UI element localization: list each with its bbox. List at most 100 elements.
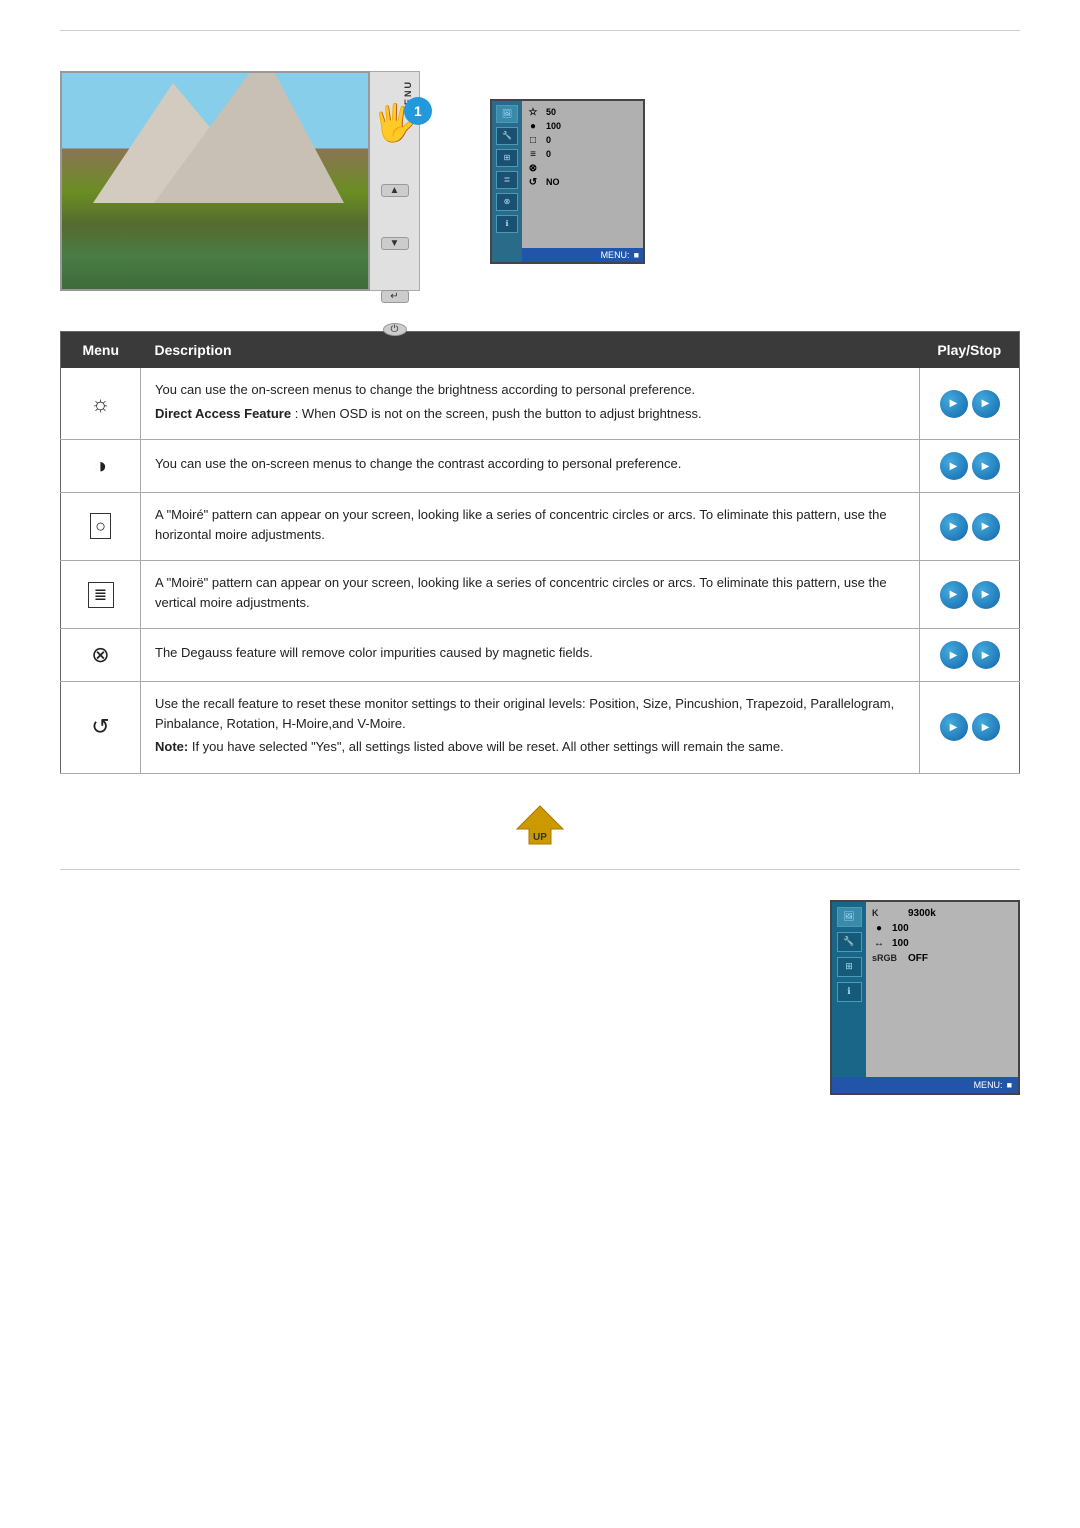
osd-row-contrast: ● 100 xyxy=(526,121,639,132)
down-button[interactable]: ▼ xyxy=(381,237,409,250)
playstop-degauss: ▶ ▶ xyxy=(920,629,1020,682)
up-button[interactable]: ▲ xyxy=(381,184,409,197)
osd2-sidebar-item-4: ℹ xyxy=(837,982,862,1002)
stop-button[interactable]: ▶ xyxy=(972,713,1000,741)
g-icon: ↔ xyxy=(872,938,886,949)
stop-button[interactable]: ▶ xyxy=(972,641,1000,669)
stop-button[interactable]: ▶ xyxy=(972,452,1000,480)
play-stop-buttons: ▶ ▶ xyxy=(934,581,1005,609)
col-menu-header: Menu xyxy=(61,332,141,369)
osd-menu-icon: ■ xyxy=(634,250,639,260)
play-button[interactable]: ▶ xyxy=(940,713,968,741)
up-label: UP xyxy=(533,832,547,843)
play-button[interactable]: ▶ xyxy=(940,390,968,418)
osd-sidebar-item-1: 🖼 xyxy=(496,105,518,123)
osd2-row-g: ↔ 100 xyxy=(872,938,1012,949)
desc-text-vmoire: A "Moirë" pattern can appear on your scr… xyxy=(155,573,905,612)
osd-row-hmoire: □ 0 xyxy=(526,135,639,146)
osd-panel: 🖼 🔧 ⊞ ≣ ⊗ ℹ ☆ 50 ● 100 xyxy=(490,99,645,264)
enter-button[interactable]: ↵ xyxy=(381,290,409,303)
degauss-icon: ⊗ xyxy=(526,163,540,174)
menu-symbol-contrast: ◑ xyxy=(61,440,141,493)
table-row: ○ A "Moiré" pattern can appear on your s… xyxy=(61,493,1020,561)
osd-bottom-bar: MENU: ■ xyxy=(522,248,643,262)
up-nav-button[interactable]: UP xyxy=(513,804,568,849)
osd-content: ☆ 50 ● 100 □ 0 ≡ 0 xyxy=(522,101,643,248)
playstop-recall: ▶ ▶ xyxy=(920,682,1020,774)
desc-text-contrast: You can use the on-screen menus to chang… xyxy=(155,454,905,474)
play-button[interactable]: ▶ xyxy=(940,581,968,609)
colortemp-label: K xyxy=(872,908,902,918)
playstop-contrast: ▶ ▶ xyxy=(920,440,1020,493)
osd2-sidebar: 🖼 🔧 ⊞ ℹ xyxy=(832,902,866,1077)
desc-text-recall-1: Use the recall feature to reset these mo… xyxy=(155,694,905,733)
play-button[interactable]: ▶ xyxy=(940,641,968,669)
play-stop-buttons: ▶ ▶ xyxy=(934,390,1005,418)
brightness-icon: ☆ xyxy=(526,107,540,118)
menu-symbol-brightness: ☼ xyxy=(61,368,141,440)
monitor-screen xyxy=(62,73,368,289)
osd2-bottom-bar: MENU: ■ xyxy=(832,1077,1018,1093)
col-description-header: Description xyxy=(141,332,920,369)
stop-button[interactable]: ▶ xyxy=(972,581,1000,609)
table-row: ⊗ The Degauss feature will remove color … xyxy=(61,629,1020,682)
play-stop-buttons: ▶ ▶ xyxy=(934,513,1005,541)
table-row: ≣ A "Moirë" pattern can appear on your s… xyxy=(61,561,1020,629)
menu-symbol-recall: ↺ xyxy=(61,682,141,774)
playstop-vmoire: ▶ ▶ xyxy=(920,561,1020,629)
play-button[interactable]: ▶ xyxy=(940,452,968,480)
table-header-row: Menu Description Play/Stop xyxy=(61,332,1020,369)
osd-menu-label: MENU: xyxy=(601,250,630,260)
desc-text-hmoire: A "Moiré" pattern can appear on your scr… xyxy=(155,505,905,544)
menu-symbol-hmoire: ○ xyxy=(61,493,141,561)
stop-button[interactable]: ▶ xyxy=(972,513,1000,541)
desc-text-1: You can use the on-screen menus to chang… xyxy=(155,380,905,400)
monitor-section: MENU 1 🖐 ▲ ▼ ↵ ⏻ 🖼 🔧 ⊞ ≣ ⊗ ℹ xyxy=(0,31,1080,321)
vmoire-icon: ≡ xyxy=(526,149,540,160)
col-playstop-header: Play/Stop xyxy=(920,332,1020,369)
osd2-row-colortemp: K 9300k xyxy=(872,908,1012,919)
play-button[interactable]: ▶ xyxy=(940,513,968,541)
desc-text-degauss: The Degauss feature will remove color im… xyxy=(155,643,905,663)
osd2-inner: 🖼 🔧 ⊞ ℹ K 9300k ● 100 ↔ 100 xyxy=(832,902,1018,1077)
osd-sidebar-item-5: ⊗ xyxy=(496,193,518,211)
recall-value: NO xyxy=(546,177,560,187)
table-row: ↺ Use the recall feature to reset these … xyxy=(61,682,1020,774)
srgb-label: sRGB xyxy=(872,953,902,963)
monitor-wrapper: MENU 1 🖐 ▲ ▼ ↵ ⏻ xyxy=(60,71,420,291)
recall-icon: ↺ xyxy=(526,177,540,188)
osd-sidebar-item-6: ℹ xyxy=(496,215,518,233)
description-hmoire: A "Moiré" pattern can appear on your scr… xyxy=(141,493,920,561)
direct-access-label: Direct Access Feature xyxy=(155,406,291,421)
hmoire-icon: □ xyxy=(526,135,540,146)
osd2-panel: 🖼 🔧 ⊞ ℹ K 9300k ● 100 ↔ 100 xyxy=(830,900,1020,1095)
osd2-sidebar-item-2: 🔧 xyxy=(837,932,862,952)
mountain-graphic xyxy=(62,73,368,203)
osd2-menu-icon: ■ xyxy=(1007,1080,1012,1090)
table-row: ◑ You can use the on-screen menus to cha… xyxy=(61,440,1020,493)
osd2-menu-label: MENU: xyxy=(974,1080,1003,1090)
bottom-section: 🖼 🔧 ⊞ ℹ K 9300k ● 100 ↔ 100 xyxy=(0,870,1080,1125)
osd-sidebar-item-3: ⊞ xyxy=(496,149,518,167)
osd2-sidebar-item-3: ⊞ xyxy=(837,957,862,977)
osd-row-recall: ↺ NO xyxy=(526,177,639,188)
osd2-content: K 9300k ● 100 ↔ 100 sRGB OFF xyxy=(866,902,1018,1077)
stop-button[interactable]: ▶ xyxy=(972,390,1000,418)
description-brightness: You can use the on-screen menus to chang… xyxy=(141,368,920,440)
desc-text-2: Direct Access Feature : When OSD is not … xyxy=(155,404,905,424)
osd2-sidebar-item-1: 🖼 xyxy=(837,907,862,927)
description-degauss: The Degauss feature will remove color im… xyxy=(141,629,920,682)
table-row: ☼ You can use the on-screen menus to cha… xyxy=(61,368,1020,440)
playstop-hmoire: ▶ ▶ xyxy=(920,493,1020,561)
menu-symbol-vmoire: ≣ xyxy=(61,561,141,629)
play-stop-buttons: ▶ ▶ xyxy=(934,641,1005,669)
power-button[interactable]: ⏻ xyxy=(383,323,407,336)
step-number: 1 xyxy=(404,97,432,125)
srgb-value: OFF xyxy=(908,953,928,964)
osd-row-degauss: ⊗ xyxy=(526,163,639,174)
colortemp-value: 9300k xyxy=(908,908,936,919)
osd2-row-r: ● 100 xyxy=(872,923,1012,934)
hmoire-symbol: ○ xyxy=(90,513,111,539)
playstop-brightness: ▶ ▶ xyxy=(920,368,1020,440)
description-recall: Use the recall feature to reset these mo… xyxy=(141,682,920,774)
